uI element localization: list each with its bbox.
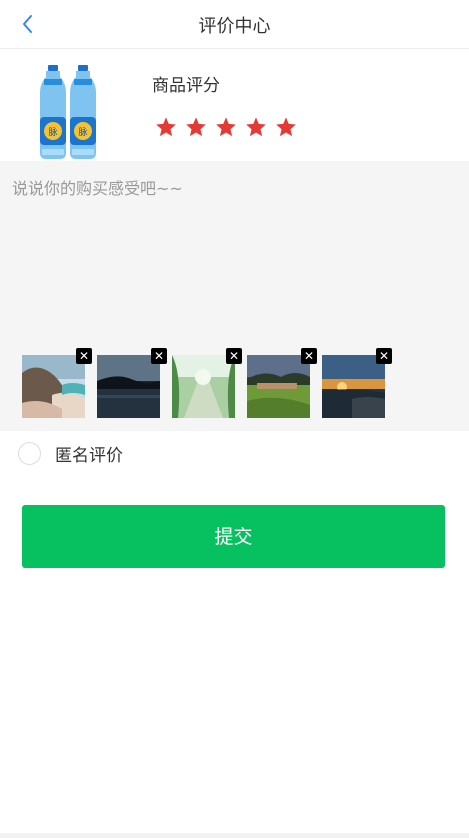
star-rating[interactable] (155, 116, 297, 138)
rating-label: 商品评分 (152, 76, 220, 96)
star-icon[interactable] (275, 116, 297, 138)
star-icon[interactable] (245, 116, 267, 138)
photo-thumbnail[interactable]: ✕ (247, 348, 317, 418)
star-icon[interactable] (185, 116, 207, 138)
anonymous-radio[interactable] (18, 442, 41, 465)
review-page: 评价中心 脉 脉 商品评分 说说你的购买感受吧~~ ✕ ✕ ✕ ✕ ✕ 匿名评价… (0, 0, 469, 838)
photo-thumbnail[interactable]: ✕ (172, 348, 242, 418)
close-icon[interactable]: ✕ (151, 348, 167, 364)
close-icon[interactable]: ✕ (226, 348, 242, 364)
photo-thumbnail[interactable]: ✕ (22, 348, 92, 418)
submit-button[interactable]: 提交 (22, 505, 445, 568)
page-title: 评价中心 (198, 16, 271, 37)
photo-thumbnail[interactable]: ✕ (322, 348, 392, 418)
product-section: 脉 脉 商品评分 (0, 49, 469, 161)
header-bar: 评价中心 (0, 0, 469, 49)
photo-thumbnail[interactable]: ✕ (97, 348, 167, 418)
comment-section: ✕ ✕ (0, 161, 469, 431)
close-icon[interactable]: ✕ (76, 348, 92, 364)
bottom-divider (0, 833, 469, 838)
anonymous-toggle[interactable]: 匿名评价 (18, 441, 123, 466)
product-image: 脉 脉 (38, 65, 102, 159)
photo-list: ✕ ✕ ✕ ✕ ✕ (22, 348, 392, 418)
svg-text:脉: 脉 (48, 126, 57, 138)
comment-input[interactable] (0, 161, 469, 336)
star-icon[interactable] (215, 116, 237, 138)
anonymous-label: 匿名评价 (55, 446, 123, 466)
close-icon[interactable]: ✕ (376, 348, 392, 364)
star-icon[interactable] (155, 116, 177, 138)
svg-text:脉: 脉 (78, 126, 87, 138)
close-icon[interactable]: ✕ (301, 348, 317, 364)
